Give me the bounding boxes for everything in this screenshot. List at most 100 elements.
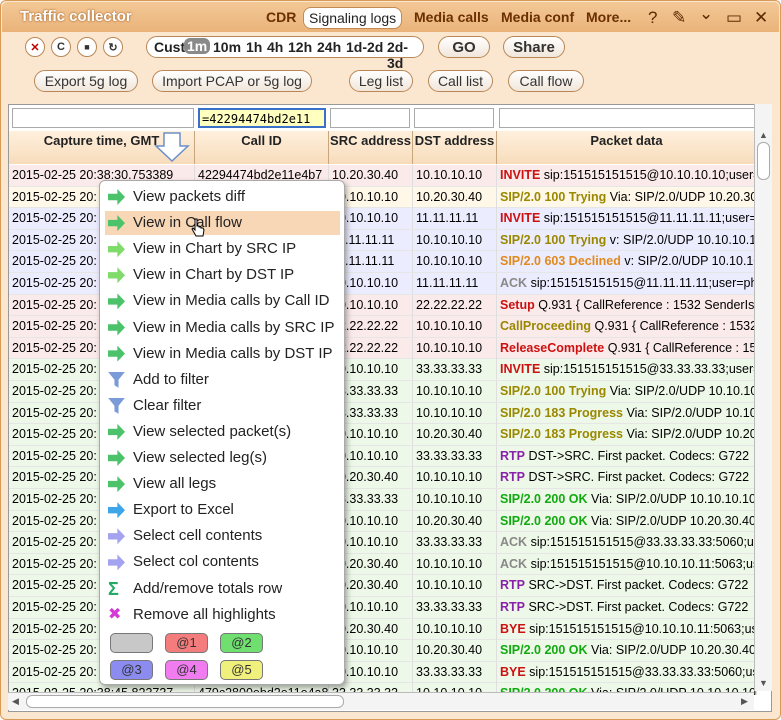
cell-dst[interactable]: 10.10.10.10 bbox=[413, 489, 497, 510]
cell-packet[interactable]: ACK sip:151515151515@33.33.33.33:5060;us… bbox=[497, 532, 757, 554]
import-pcap-button[interactable]: Import PCAP or 5g log bbox=[152, 70, 312, 92]
scroll-down-icon[interactable]: ▼ bbox=[759, 678, 768, 688]
period-24h[interactable]: 24h bbox=[317, 39, 341, 55]
cell-dst[interactable]: 11.11.11.11 bbox=[413, 208, 497, 230]
cell-dst[interactable]: 33.33.33.33 bbox=[413, 359, 497, 381]
tab-media-conf[interactable]: Media conf bbox=[501, 9, 574, 25]
edit-icon[interactable]: ✎ bbox=[672, 8, 686, 28]
cell-packet[interactable]: INVITE sip:151515151515@33.33.33.33;user… bbox=[497, 359, 757, 381]
filter-clear-icon[interactable]: ✕ bbox=[25, 37, 45, 57]
cell-dst[interactable]: 22.22.22.22 bbox=[413, 294, 497, 316]
tab-signaling-logs[interactable]: Signaling logs bbox=[303, 7, 403, 29]
leg-list-button[interactable]: Leg list bbox=[349, 70, 413, 92]
callid-filter-input[interactable]: =42294474bd2e11 bbox=[198, 108, 326, 128]
horizontal-scrollbar[interactable]: ◀ ▶ bbox=[8, 692, 754, 710]
cell-packet[interactable]: SIP/2.0 200 OK Via: SIP/2.0/UDP 10.20.30… bbox=[497, 640, 757, 662]
call-list-button[interactable]: Call list bbox=[428, 70, 493, 92]
menu-view-selected-legs[interactable]: View selected leg(s) bbox=[105, 446, 340, 470]
save-icon[interactable]: ■ bbox=[77, 37, 97, 57]
cell-dst[interactable]: 10.10.10.10 bbox=[413, 316, 497, 338]
cell-packet[interactable]: RTP DST->SRC. First packet. Codecs: G722 bbox=[497, 445, 757, 467]
col-call-id[interactable]: Call ID bbox=[195, 131, 329, 164]
cell-dst[interactable]: 10.20.30.40 bbox=[413, 186, 497, 208]
cell-dst[interactable]: 33.33.33.33 bbox=[413, 597, 497, 618]
horizontal-scroll-thumb[interactable] bbox=[26, 695, 344, 708]
highlight-button-2[interactable]: @2 bbox=[220, 633, 263, 653]
cell-packet[interactable]: INVITE sip:151515151515@10.10.10.10;user… bbox=[497, 165, 757, 186]
cell-dst[interactable]: 10.10.10.10 bbox=[413, 381, 497, 402]
cell-dst[interactable]: 10.10.10.10 bbox=[413, 553, 497, 575]
go-button[interactable]: GO bbox=[438, 36, 490, 58]
menu-add-filter[interactable]: Add to filter bbox=[105, 368, 340, 392]
cell-packet[interactable]: SIP/2.0 200 OK Via: SIP/2.0/UDP 10.20.30… bbox=[497, 510, 757, 532]
menu-chart-dst[interactable]: View in Chart by DST IP bbox=[105, 263, 340, 287]
cell-dst[interactable]: 33.33.33.33 bbox=[413, 532, 497, 554]
cell-packet[interactable]: Setup Q.931 { CallReference : 1532 Sende… bbox=[497, 294, 757, 316]
tab-media-calls[interactable]: Media calls bbox=[414, 9, 489, 25]
period-1h[interactable]: 1h bbox=[246, 39, 262, 55]
cell-dst[interactable]: 33.33.33.33 bbox=[413, 445, 497, 467]
cell-packet[interactable]: SIP/2.0 100 Trying Via: SIP/2.0/UDP 10.1… bbox=[497, 381, 757, 402]
cell-dst[interactable]: 10.10.10.10 bbox=[413, 337, 497, 359]
cell-packet[interactable]: INVITE sip:151515151515@11.11.11.11;user… bbox=[497, 208, 757, 230]
menu-media-src[interactable]: View in Media calls by SRC IP bbox=[105, 316, 340, 340]
period-10m[interactable]: 10m bbox=[213, 39, 241, 55]
cell-packet[interactable]: RTP SRC->DST. First packet. Codecs: G722 bbox=[497, 575, 757, 597]
cell-packet[interactable]: BYE sip:151515151515@33.33.33.33:5060;us… bbox=[497, 661, 757, 683]
tab-cdr[interactable]: CDR bbox=[266, 9, 296, 25]
call-flow-button[interactable]: Call flow bbox=[508, 70, 584, 92]
menu-clear-filter[interactable]: Clear filter bbox=[105, 394, 340, 418]
menu-media-dst[interactable]: View in Media calls by DST IP bbox=[105, 342, 340, 366]
collapse-icon[interactable]: ⌄ bbox=[699, 4, 713, 24]
cell-packet[interactable]: RTP SRC->DST. First packet. Codecs: G722 bbox=[497, 597, 757, 618]
menu-media-callid[interactable]: View in Media calls by Call ID bbox=[105, 289, 340, 313]
period-4h[interactable]: 4h bbox=[267, 39, 283, 55]
cell-dst[interactable]: 10.10.10.10 bbox=[413, 402, 497, 424]
cell-packet[interactable]: ReleaseComplete Q.931 { CallReference : … bbox=[497, 337, 757, 359]
scroll-up-icon[interactable]: ▲ bbox=[759, 130, 768, 140]
cell-dst[interactable]: 10.10.10.10 bbox=[413, 575, 497, 597]
src-filter-input[interactable] bbox=[330, 108, 410, 128]
menu-chart-src[interactable]: View in Chart by SRC IP bbox=[105, 237, 340, 261]
highlight-button-5[interactable]: @5 bbox=[220, 660, 263, 680]
close-icon[interactable]: ✕ bbox=[754, 8, 768, 28]
help-icon[interactable]: ? bbox=[648, 8, 657, 28]
period-2d-3d[interactable]: 2d-3d bbox=[387, 39, 423, 71]
cell-dst[interactable]: 10.20.30.40 bbox=[413, 424, 497, 446]
cell-dst[interactable]: 10.10.10.10 bbox=[413, 251, 497, 273]
cell-dst[interactable]: 10.10.10.10 bbox=[413, 165, 497, 186]
export-5g-log-button[interactable]: Export 5g log bbox=[34, 70, 138, 92]
refresh-icon[interactable]: ↻ bbox=[103, 37, 123, 57]
menu-select-col[interactable]: Select col contents bbox=[105, 550, 340, 574]
reload-icon[interactable]: C bbox=[51, 37, 71, 57]
cell-dst[interactable]: 10.20.30.40 bbox=[413, 510, 497, 532]
menu-view-call-flow[interactable]: View in Call flow bbox=[105, 211, 340, 236]
menu-export-excel[interactable]: Export to Excel bbox=[105, 498, 340, 522]
scroll-right-icon[interactable]: ▶ bbox=[741, 696, 748, 707]
cell-packet[interactable]: SIP/2.0 603 Declined v: SIP/2.0/UDP 10.1… bbox=[497, 251, 757, 273]
cell-dst[interactable]: 10.10.10.10 bbox=[413, 618, 497, 640]
menu-select-cell[interactable]: Select cell contents bbox=[105, 524, 340, 548]
cell-packet[interactable]: ACK sip:151515151515@11.11.11.11;user=ph… bbox=[497, 273, 757, 294]
highlight-button-4[interactable]: @4 bbox=[165, 660, 208, 680]
vertical-scrollbar[interactable]: ▲ ▼ bbox=[754, 104, 772, 691]
col-packet-data[interactable]: Packet data bbox=[497, 131, 757, 164]
vertical-scroll-thumb[interactable] bbox=[757, 142, 770, 180]
highlight-button-1[interactable]: @1 bbox=[165, 633, 208, 653]
dst-filter-input[interactable] bbox=[414, 108, 494, 128]
menu-totals-row[interactable]: Σ Add/remove totals row bbox=[105, 577, 340, 601]
menu-view-packets-diff[interactable]: View packets diff bbox=[105, 185, 340, 209]
cell-packet[interactable]: RTP DST->SRC. First packet. Codecs: G722 bbox=[497, 467, 757, 489]
menu-remove-highlights[interactable]: ✖ Remove all highlights bbox=[105, 603, 340, 627]
cell-dst[interactable]: 10.10.10.10 bbox=[413, 229, 497, 251]
col-src-address[interactable]: SRC address bbox=[329, 131, 413, 164]
cell-packet[interactable]: BYE sip:151515151515@10.10.10.11:5063;us… bbox=[497, 618, 757, 640]
cell-packet[interactable]: SIP/2.0 183 Progress Via: SIP/2.0/UDP 10… bbox=[497, 424, 757, 446]
cell-dst[interactable]: 11.11.11.11 bbox=[413, 273, 497, 294]
cell-packet[interactable]: SIP/2.0 183 Progress Via: SIP/2.0/UDP 10… bbox=[497, 402, 757, 424]
cell-packet[interactable]: SIP/2.0 200 OK Via: SIP/2.0/UDP 10.10.10… bbox=[497, 489, 757, 510]
period-1d-2d[interactable]: 1d-2d bbox=[346, 39, 383, 55]
tab-more[interactable]: More... bbox=[586, 9, 631, 25]
menu-view-all-legs[interactable]: View all legs bbox=[105, 472, 340, 496]
period-custom[interactable]: Cust bbox=[154, 39, 185, 55]
